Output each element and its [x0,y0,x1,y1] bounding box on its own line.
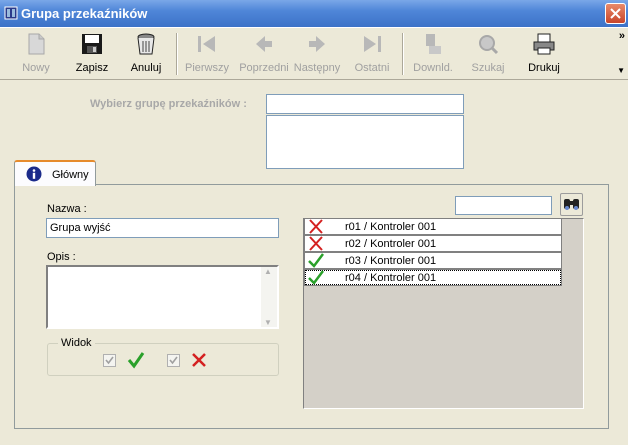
last-button[interactable]: Ostatni [350,32,394,78]
check-icon [308,270,324,285]
previous-label: Poprzedni [239,62,289,74]
save-label: Zapisz [75,62,109,74]
scroll-up-icon[interactable]: ▲ [264,267,272,276]
view-groupbox: Widok [47,337,279,376]
group-select-label: Wybierz grupę przekaźników : [90,98,247,110]
show-unchecked-checkbox[interactable] [167,354,180,367]
new-document-icon [28,33,45,55]
relay-row[interactable]: r01 / Kontroler 001 [304,218,562,235]
scroll-down-icon[interactable]: ▼ [264,318,272,327]
download-button[interactable]: Downld. [410,32,456,78]
relay-row-label: r04 / Kontroler 001 [345,272,437,284]
binoculars-icon [564,199,579,210]
view-group-label: Widok [58,337,95,349]
toolbar-dropdown-icon[interactable]: ▼ [617,66,625,75]
tab-main[interactable]: Główny [14,160,96,186]
previous-button[interactable]: Poprzedni [236,32,292,78]
cancel-button[interactable]: Anuluj [124,32,168,78]
relay-row-label: r03 / Kontroler 001 [345,255,437,267]
app-icon [4,6,18,20]
floppy-disk-icon [82,34,102,54]
print-label: Drukuj [528,62,560,74]
last-record-icon [364,36,381,52]
relay-row-label: r02 / Kontroler 001 [345,238,437,250]
next-label: Następny [293,62,341,74]
title-bar: Grupa przekaźników [0,0,628,27]
cross-icon [309,219,323,234]
download-icon [426,34,441,54]
toolbar-separator [176,33,178,75]
next-button[interactable]: Następny [292,32,342,78]
close-icon [610,8,621,19]
cancel-label: Anuluj [130,62,162,74]
show-checked-checkbox[interactable] [103,354,116,367]
group-select-list[interactable] [266,115,464,169]
close-button[interactable] [605,3,626,24]
relay-row[interactable]: r03 / Kontroler 001 [304,252,562,269]
relay-row[interactable]: r04 / Kontroler 001 [304,269,562,286]
search-icon [479,35,499,55]
new-button[interactable]: Nowy [14,32,58,78]
toolbar: Nowy Zapisz Anuluj Pierwszy Poprzedni Na… [0,27,628,80]
save-button[interactable]: Zapisz [70,32,114,78]
description-field[interactable] [46,265,279,329]
download-label: Downld. [413,62,453,74]
relay-filter-input[interactable] [455,196,552,215]
checkbox-tick-icon [169,356,178,365]
tab-main-label: Główny [52,169,89,181]
name-label: Nazwa : [47,203,87,215]
check-icon [308,253,324,268]
first-record-icon [198,36,215,52]
new-label: Nowy [22,62,50,74]
search-button[interactable]: Szukaj [466,32,510,78]
relay-row[interactable]: r02 / Kontroler 001 [304,235,562,252]
print-button[interactable]: Drukuj [522,32,566,78]
toolbar-overflow-button[interactable]: » [619,30,625,42]
cross-icon [192,353,206,367]
previous-record-icon [256,36,272,52]
window-title: Grupa przekaźników [21,6,148,21]
relay-row-label: r01 / Kontroler 001 [345,221,437,233]
last-label: Ostatni [354,62,390,74]
name-field[interactable]: Grupa wyjść [46,218,279,238]
description-scrollbar[interactable]: ▲ ▼ [261,267,277,327]
checkbox-tick-icon [105,356,114,365]
first-button[interactable]: Pierwszy [184,32,230,78]
search-label: Szukaj [471,62,505,74]
cross-icon [309,236,323,251]
first-label: Pierwszy [184,62,229,74]
check-icon [127,352,145,369]
trash-can-icon [137,33,155,55]
printer-icon [533,33,555,55]
group-select-input[interactable] [266,94,464,114]
info-icon [26,166,42,182]
description-label: Opis : [47,251,76,263]
find-button[interactable] [560,193,583,216]
name-value: Grupa wyjść [50,222,111,234]
next-record-icon [309,36,325,52]
toolbar-separator [402,33,404,75]
